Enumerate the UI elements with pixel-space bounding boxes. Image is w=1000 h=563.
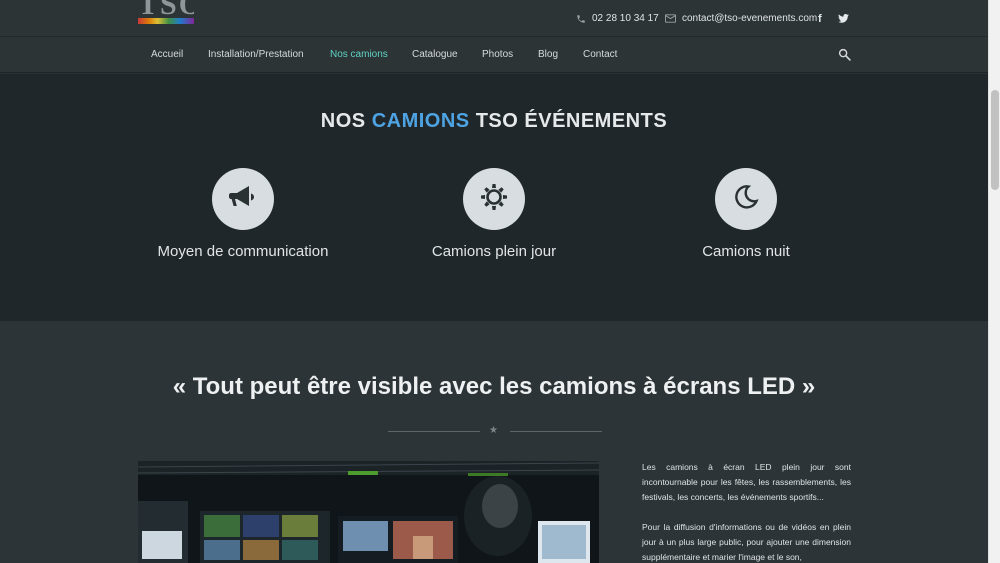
feature-circle — [715, 168, 777, 230]
trucks-section: NOS CAMIONS TSO ÉVÉNEMENTS Moyen de comm… — [0, 74, 988, 321]
facebook-link[interactable]: f — [818, 0, 822, 37]
feature-communication[interactable]: Moyen de communication — [123, 168, 363, 260]
divider-line-right — [510, 431, 602, 432]
nav-item-accueil[interactable]: Accueil — [151, 37, 183, 73]
email-contact[interactable]: contact@tso-evenements.com — [665, 0, 817, 37]
twitter-icon — [838, 14, 849, 23]
nav-item-installation[interactable]: Installation/Prestation — [208, 37, 304, 73]
feature-nuit[interactable]: Camions nuit — [626, 168, 866, 260]
logo-stripes — [138, 18, 194, 24]
trucks-title-accent: CAMIONS — [371, 110, 470, 132]
control-room-photo — [138, 461, 599, 563]
feature-label: Camions nuit — [702, 243, 790, 260]
page-scrollbar[interactable] — [988, 0, 1000, 563]
led-quote: « Tout peut être visible avec les camion… — [172, 373, 816, 400]
megaphone-icon — [228, 184, 258, 215]
page: TSO 02 28 10 34 17 contact@tso-evenement… — [0, 0, 1000, 563]
feature-label: Moyen de communication — [157, 243, 329, 260]
nav-item-photos[interactable]: Photos — [482, 37, 513, 73]
scrollbar-thumb[interactable] — [991, 90, 999, 190]
site-logo[interactable]: TSO — [138, 0, 194, 26]
email-address: contact@tso-evenements.com — [682, 13, 818, 24]
led-paragraph-1: Les camions à écran LED plein jour sont … — [642, 462, 851, 502]
nav-item-blog[interactable]: Blog — [538, 37, 558, 73]
phone-contact[interactable]: 02 28 10 34 17 — [576, 0, 659, 37]
top-bar: TSO 02 28 10 34 17 contact@tso-evenement… — [0, 0, 988, 37]
feature-plein-jour[interactable]: Camions plein jour — [374, 168, 614, 260]
phone-number: 02 28 10 34 17 — [592, 13, 659, 24]
led-paragraph-2: Pour la diffusion d'informations ou de v… — [642, 522, 851, 562]
moon-icon — [732, 183, 760, 216]
phone-icon — [576, 14, 586, 24]
led-section: « Tout peut être visible avec les camion… — [0, 321, 988, 563]
sun-icon — [479, 182, 509, 217]
search-icon[interactable] — [838, 48, 852, 62]
feature-label: Camions plein jour — [431, 243, 557, 260]
nav-item-nos-camions[interactable]: Nos camions — [330, 37, 388, 73]
feature-circle — [212, 168, 274, 230]
trucks-title: NOS CAMIONS TSO ÉVÉNEMENTS — [320, 110, 668, 132]
twitter-link[interactable] — [838, 0, 849, 37]
facebook-icon: f — [818, 12, 822, 25]
divider-line-left — [388, 431, 480, 432]
main-nav: Accueil Installation/Prestation Nos cami… — [0, 37, 988, 73]
star-icon: ★ — [489, 425, 498, 436]
envelope-icon — [665, 14, 676, 23]
feature-circle — [463, 168, 525, 230]
nav-item-contact[interactable]: Contact — [583, 37, 617, 73]
nav-item-catalogue[interactable]: Catalogue — [412, 37, 458, 73]
